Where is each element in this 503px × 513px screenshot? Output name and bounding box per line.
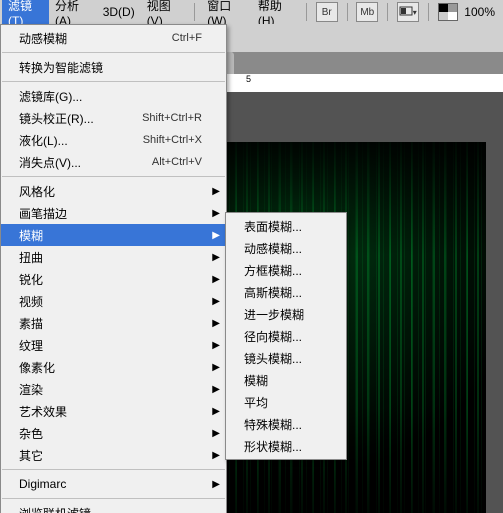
blur-menu-item[interactable]: 模糊 bbox=[226, 369, 346, 391]
blur-menu-item[interactable]: 动感模糊... bbox=[226, 237, 346, 259]
screen-icon bbox=[399, 5, 413, 19]
filter-menu-item[interactable]: 视频 ▶ bbox=[1, 290, 226, 312]
filter-menu-item[interactable]: 像素化 ▶ bbox=[1, 356, 226, 378]
submenu-arrow-icon: ▶ bbox=[212, 318, 220, 329]
submenu-arrow-icon: ▶ bbox=[212, 450, 220, 461]
filter-menu-item[interactable]: 转换为智能滤镜 bbox=[1, 56, 226, 78]
menu-item-label: 特殊模糊... bbox=[244, 416, 302, 433]
ruler-mark: 5 bbox=[246, 74, 251, 84]
menu-item-label: 像素化 bbox=[19, 359, 55, 376]
palette-icon[interactable] bbox=[438, 3, 458, 21]
menu-item-label: Digimarc bbox=[19, 477, 66, 491]
filter-menu-item[interactable]: 消失点(V)... Alt+Ctrl+V bbox=[1, 151, 226, 173]
filter-menu-item[interactable]: 其它 ▶ bbox=[1, 444, 226, 466]
menu-item-label: 浏览联机滤镜... bbox=[19, 505, 101, 513]
divider bbox=[306, 3, 307, 21]
blur-menu-item[interactable]: 高斯模糊... bbox=[226, 281, 346, 303]
menu-item-label: 杂色 bbox=[19, 425, 43, 442]
filter-menu-item[interactable]: 渲染 ▶ bbox=[1, 378, 226, 400]
filter-menu-item[interactable]: 艺术效果 ▶ bbox=[1, 400, 226, 422]
filter-menu-item[interactable]: 纹理 ▶ bbox=[1, 334, 226, 356]
divider bbox=[194, 3, 195, 21]
filter-menu-item[interactable]: 浏览联机滤镜... bbox=[1, 502, 226, 513]
menu-item-label: 方框模糊... bbox=[244, 262, 302, 279]
menu-shortcut: Alt+Ctrl+V bbox=[152, 156, 202, 168]
menu-item-label: 平均 bbox=[244, 394, 268, 411]
submenu-arrow-icon: ▶ bbox=[212, 186, 220, 197]
submenu-arrow-icon: ▶ bbox=[212, 406, 220, 417]
menu-item-label: 扭曲 bbox=[19, 249, 43, 266]
submenu-arrow-icon: ▶ bbox=[212, 340, 220, 351]
filter-menu-item[interactable]: 镜头校正(R)... Shift+Ctrl+R bbox=[1, 107, 226, 129]
filter-menu-item[interactable]: 滤镜库(G)... bbox=[1, 85, 226, 107]
menu-item-label: 消失点(V)... bbox=[19, 154, 81, 171]
menu-item-label: 模糊 bbox=[19, 227, 43, 244]
submenu-arrow-icon: ▶ bbox=[212, 274, 220, 285]
menu-item-label: 视频 bbox=[19, 293, 43, 310]
screen-mode-button[interactable]: ▾ bbox=[397, 2, 419, 22]
menu-item-label: 动感模糊 bbox=[19, 30, 67, 47]
filter-menu-item[interactable]: 画笔描边 ▶ bbox=[1, 202, 226, 224]
menu-item-label: 渲染 bbox=[19, 381, 43, 398]
submenu-arrow-icon: ▶ bbox=[212, 428, 220, 439]
filter-menu-item[interactable]: 锐化 ▶ bbox=[1, 268, 226, 290]
menu-item-label: 模糊 bbox=[244, 372, 268, 389]
menu-item-label: 艺术效果 bbox=[19, 403, 67, 420]
divider bbox=[347, 3, 348, 21]
menu-item-label: 动感模糊... bbox=[244, 240, 302, 257]
submenu-arrow-icon: ▶ bbox=[212, 252, 220, 263]
filter-menu: 动感模糊 Ctrl+F 转换为智能滤镜滤镜库(G)... 镜头校正(R)... Shif… bbox=[0, 24, 227, 513]
menu-item-label: 形状模糊... bbox=[244, 438, 302, 455]
submenu-arrow-icon: ▶ bbox=[212, 208, 220, 219]
blur-menu-item[interactable]: 方框模糊... bbox=[226, 259, 346, 281]
blur-menu-item[interactable]: 形状模糊... bbox=[226, 435, 346, 457]
menu-shortcut: Shift+Ctrl+X bbox=[143, 134, 202, 146]
menu-item-label: 径向模糊... bbox=[244, 328, 302, 345]
menu-item-label: 画笔描边 bbox=[19, 205, 67, 222]
submenu-arrow-icon: ▶ bbox=[212, 362, 220, 373]
bridge-button[interactable]: Br bbox=[316, 2, 338, 22]
blur-menu-item[interactable]: 径向模糊... bbox=[226, 325, 346, 347]
blur-menu-item[interactable]: 镜头模糊... bbox=[226, 347, 346, 369]
menu-item-label: 镜头模糊... bbox=[244, 350, 302, 367]
menu-item-label: 纹理 bbox=[19, 337, 43, 354]
menu-item-label: 素描 bbox=[19, 315, 43, 332]
filter-menu-item[interactable]: 动感模糊 Ctrl+F bbox=[1, 27, 226, 49]
menu-item-label: 表面模糊... bbox=[244, 218, 302, 235]
blur-menu-item[interactable]: 平均 bbox=[226, 391, 346, 413]
zoom-level[interactable]: 100% bbox=[458, 5, 501, 19]
filter-menu-item[interactable]: 风格化 ▶ bbox=[1, 180, 226, 202]
submenu-arrow-icon: ▶ bbox=[212, 230, 220, 241]
submenu-arrow-icon: ▶ bbox=[212, 296, 220, 307]
blur-menu-item[interactable]: 表面模糊... bbox=[226, 215, 346, 237]
filter-menu-item[interactable]: Digimarc ▶ bbox=[1, 473, 226, 495]
submenu-arrow-icon: ▶ bbox=[212, 384, 220, 395]
filter-menu-item[interactable]: 扭曲 ▶ bbox=[1, 246, 226, 268]
menu-item-label: 转换为智能滤镜 bbox=[19, 59, 103, 76]
menu-item-label: 液化(L)... bbox=[19, 132, 68, 149]
menu-shortcut: Shift+Ctrl+R bbox=[142, 112, 202, 124]
blur-submenu: 表面模糊... 动感模糊... 方框模糊... 高斯模糊... 进一步模糊径向模糊...… bbox=[225, 212, 347, 460]
filter-menu-item[interactable]: 模糊 ▶ bbox=[1, 224, 226, 246]
menu-item-label: 高斯模糊... bbox=[244, 284, 302, 301]
divider bbox=[387, 3, 388, 21]
divider bbox=[428, 3, 429, 21]
menu-bar: 滤镜(T) 分析(A) 3D(D) 视图(V) 窗口(W) 帮助(H) Br M… bbox=[0, 0, 503, 25]
filter-menu-item[interactable]: 素描 ▶ bbox=[1, 312, 226, 334]
menu-item-label: 锐化 bbox=[19, 271, 43, 288]
blur-menu-item[interactable]: 进一步模糊 bbox=[226, 303, 346, 325]
menu-item-label: 进一步模糊 bbox=[244, 306, 304, 323]
blur-menu-item[interactable]: 特殊模糊... bbox=[226, 413, 346, 435]
menu-item-label: 风格化 bbox=[19, 183, 55, 200]
menu-3d[interactable]: 3D(D) bbox=[97, 3, 141, 21]
menu-item-label: 其它 bbox=[19, 447, 43, 464]
filter-menu-item[interactable]: 液化(L)... Shift+Ctrl+X bbox=[1, 129, 226, 151]
submenu-arrow-icon: ▶ bbox=[212, 479, 220, 490]
menu-item-label: 滤镜库(G)... bbox=[19, 88, 82, 105]
menu-shortcut: Ctrl+F bbox=[172, 32, 202, 44]
menu-item-label: 镜头校正(R)... bbox=[19, 110, 94, 127]
filter-menu-item[interactable]: 杂色 ▶ bbox=[1, 422, 226, 444]
minibridge-button[interactable]: Mb bbox=[356, 2, 378, 22]
